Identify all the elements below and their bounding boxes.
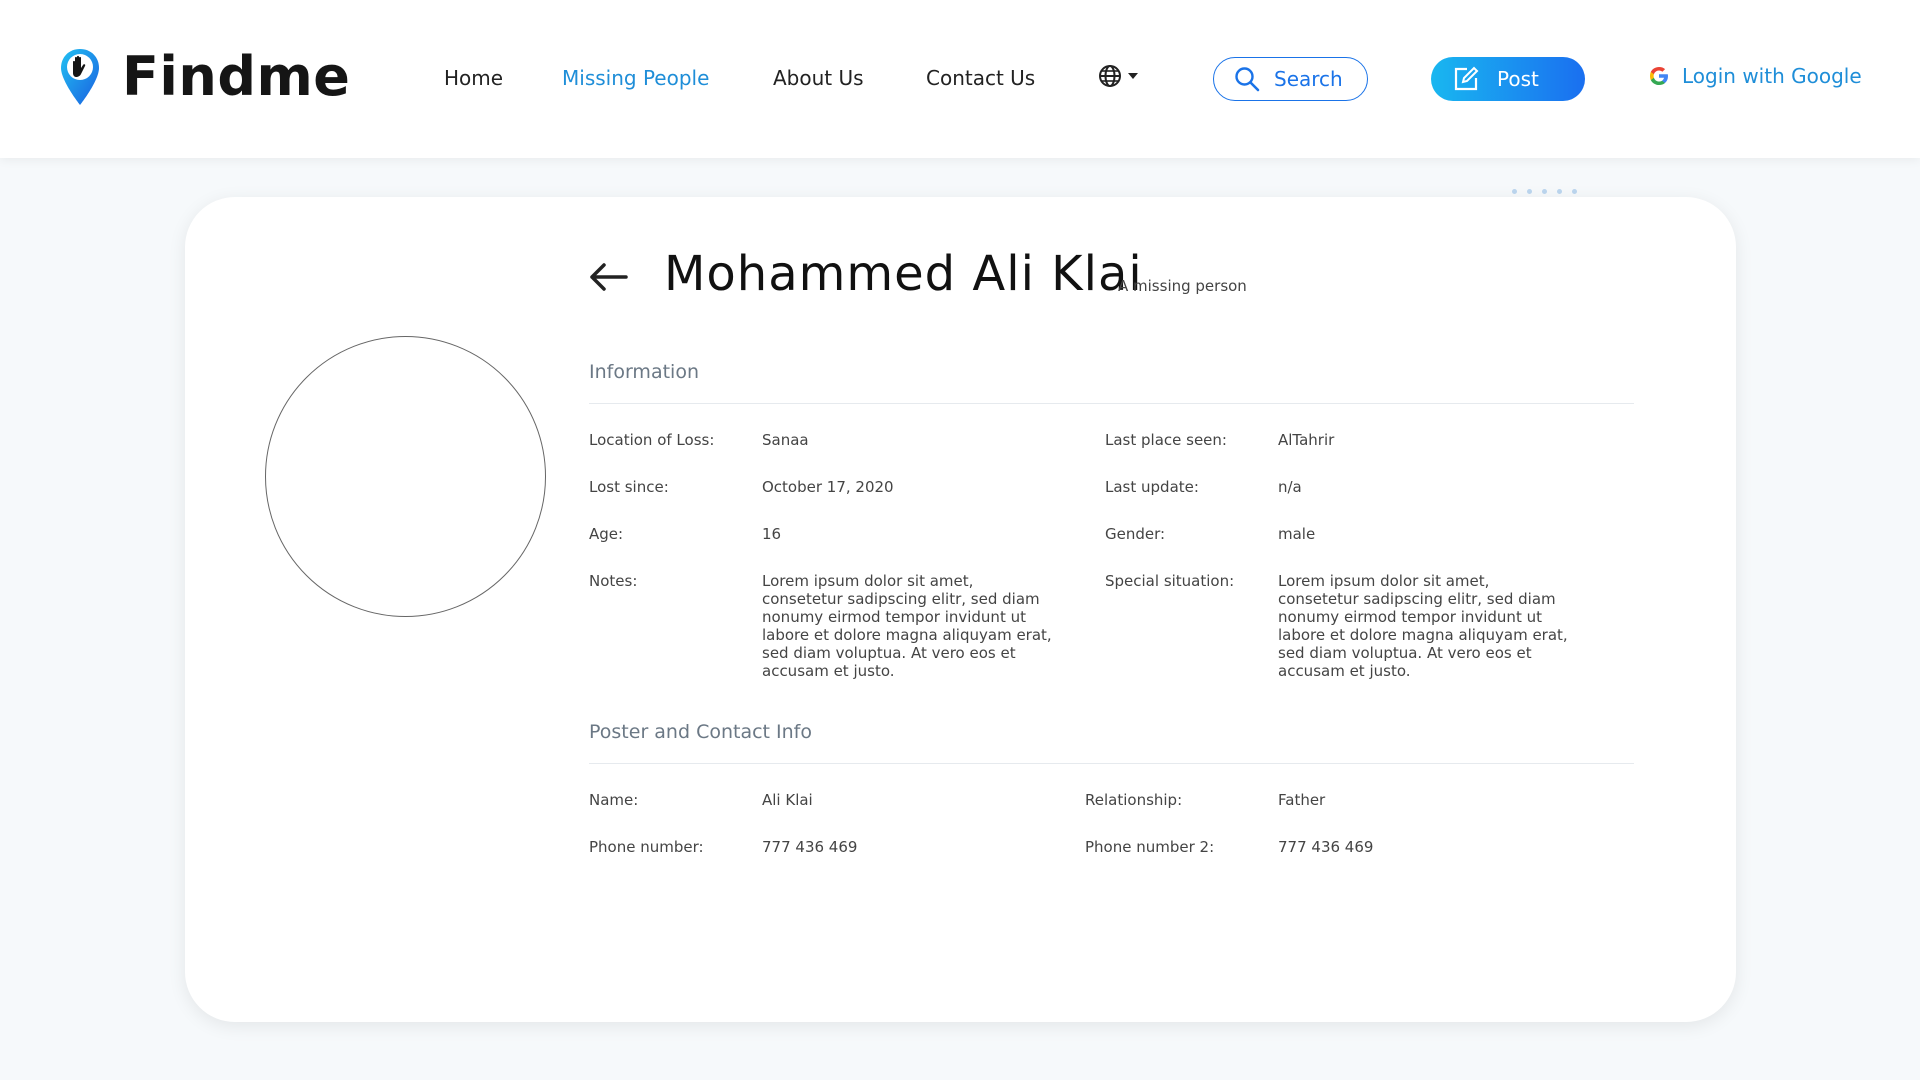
age-value: 16 bbox=[762, 525, 782, 543]
phone2-label: Phone number 2: bbox=[1085, 838, 1215, 856]
last-place-seen-value: AlTahrir bbox=[1278, 431, 1335, 449]
relationship-value: Father bbox=[1278, 791, 1326, 809]
age-label: Age: bbox=[589, 525, 624, 543]
search-button-label: Search bbox=[1274, 67, 1343, 91]
nav-contact-us[interactable]: Contact Us bbox=[926, 66, 1035, 90]
nav-about-us[interactable]: About Us bbox=[773, 66, 864, 90]
person-name: Mohammed Ali Klai bbox=[664, 246, 1143, 302]
relationship-label: Relationship: bbox=[1085, 791, 1183, 809]
location-of-loss-value: Sanaa bbox=[762, 431, 809, 449]
brand-name: Findme bbox=[122, 45, 351, 108]
lost-since-label: Lost since: bbox=[589, 478, 669, 496]
notes-label: Notes: bbox=[589, 572, 638, 590]
poster-name-value: Ali Klai bbox=[762, 791, 813, 809]
poster-divider bbox=[589, 763, 1634, 764]
post-button[interactable]: Post bbox=[1431, 57, 1585, 101]
phone2-value: 777 436 469 bbox=[1278, 838, 1374, 856]
information-title: Information bbox=[589, 361, 699, 383]
decorative-dots bbox=[1512, 189, 1577, 194]
chevron-down-icon bbox=[1128, 73, 1138, 79]
back-arrow-icon[interactable] bbox=[588, 262, 628, 292]
top-header: Findme Home Missing People About Us Cont… bbox=[0, 0, 1920, 158]
last-update-value: n/a bbox=[1278, 478, 1302, 496]
post-button-label: Post bbox=[1497, 67, 1539, 91]
phone-value: 777 436 469 bbox=[762, 838, 858, 856]
location-of-loss-label: Location of Loss: bbox=[589, 431, 715, 449]
last-place-seen-label: Last place seen: bbox=[1105, 431, 1227, 449]
globe-icon bbox=[1099, 65, 1121, 87]
nav-missing-people[interactable]: Missing People bbox=[562, 66, 709, 90]
special-situation-label: Special situation: bbox=[1105, 572, 1235, 590]
notes-value: Lorem ipsum dolor sit amet, consetetur s… bbox=[762, 572, 1052, 680]
search-icon bbox=[1235, 67, 1260, 92]
avatar bbox=[265, 336, 546, 617]
gender-value: male bbox=[1278, 525, 1316, 543]
edit-icon bbox=[1454, 66, 1479, 91]
poster-contact-title: Poster and Contact Info bbox=[589, 721, 812, 743]
location-pin-icon bbox=[61, 49, 99, 105]
login-with-google[interactable]: Login with Google bbox=[1648, 64, 1862, 88]
poster-name-label: Name: bbox=[589, 791, 639, 809]
login-label: Login with Google bbox=[1682, 64, 1862, 88]
brand-logo[interactable]: Findme bbox=[60, 48, 350, 106]
gender-label: Gender: bbox=[1105, 525, 1166, 543]
search-button[interactable]: Search bbox=[1213, 57, 1368, 101]
person-subtitle: A missing person bbox=[1118, 277, 1247, 295]
lost-since-value: October 17, 2020 bbox=[762, 478, 894, 496]
language-selector[interactable] bbox=[1098, 64, 1140, 88]
google-icon bbox=[1650, 67, 1668, 85]
nav-home[interactable]: Home bbox=[444, 66, 503, 90]
last-update-label: Last update: bbox=[1105, 478, 1199, 496]
special-situation-value: Lorem ipsum dolor sit amet, consetetur s… bbox=[1278, 572, 1568, 680]
information-divider bbox=[589, 403, 1634, 404]
phone-label: Phone number: bbox=[589, 838, 704, 856]
